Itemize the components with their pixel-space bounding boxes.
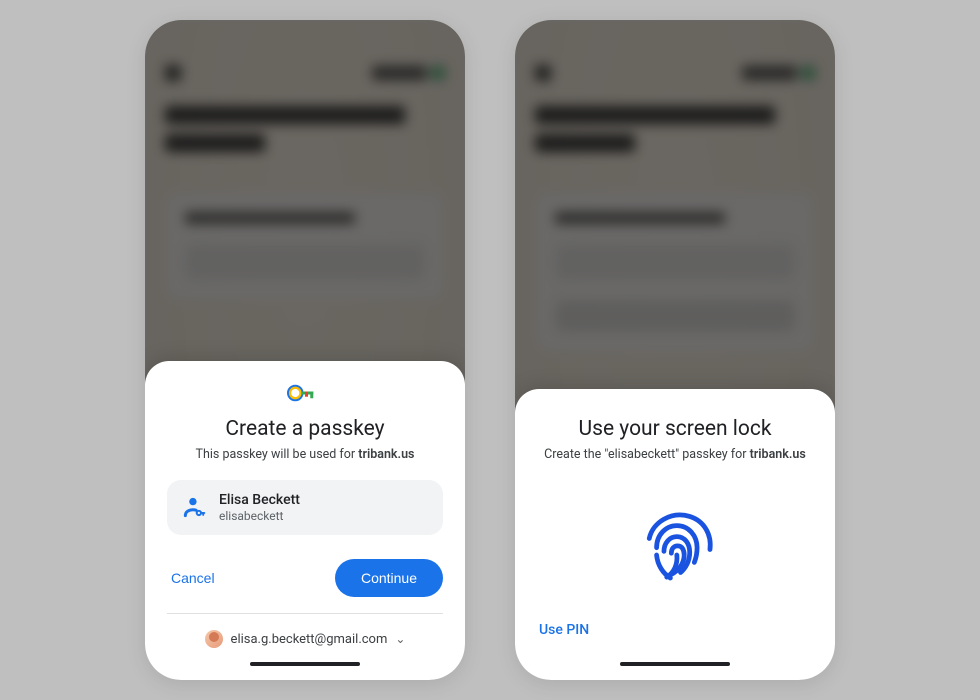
sheet-subtitle: Create the "elisabeckett" passkey for tr… (537, 447, 813, 462)
button-row: Cancel Continue (167, 559, 443, 597)
sheet-domain: tribank.us (358, 447, 414, 462)
home-indicator[interactable] (250, 662, 360, 666)
fingerprint-icon[interactable] (537, 480, 813, 616)
divider (167, 613, 443, 614)
bottom-sheet-create-passkey: Create a passkey This passkey will be us… (145, 361, 465, 680)
bottom-sheet-screen-lock: Use your screen lock Create the "elisabe… (515, 389, 835, 680)
chevron-down-icon: ⌄ (395, 632, 405, 646)
phone-left: Create a passkey This passkey will be us… (145, 20, 465, 680)
passkey-key-icon (167, 383, 443, 403)
sheet-domain: tribank.us (750, 447, 806, 462)
use-pin-button[interactable]: Use PIN (537, 616, 591, 656)
phone-right: Use your screen lock Create the "elisabe… (515, 20, 835, 680)
account-text: Elisa Beckett elisabeckett (219, 492, 300, 523)
sheet-title: Use your screen lock (537, 417, 813, 441)
continue-button[interactable]: Continue (335, 559, 443, 597)
home-indicator[interactable] (620, 662, 730, 666)
cancel-button[interactable]: Cancel (167, 562, 219, 594)
account-card[interactable]: Elisa Beckett elisabeckett (167, 480, 443, 535)
use-pin-row: Use PIN (537, 616, 813, 656)
account-email: elisa.g.beckett@gmail.com (231, 632, 388, 647)
account-switcher[interactable]: elisa.g.beckett@gmail.com ⌄ (167, 626, 443, 656)
person-key-icon (181, 494, 207, 520)
sheet-subtitle-prefix: Create the "elisabeckett" passkey for (544, 447, 749, 462)
account-display-name: Elisa Beckett (219, 492, 300, 509)
avatar (205, 630, 223, 648)
account-username: elisabeckett (219, 509, 300, 523)
sheet-subtitle-prefix: This passkey will be used for (196, 447, 359, 462)
sheet-title: Create a passkey (167, 417, 443, 441)
sheet-subtitle: This passkey will be used for tribank.us (167, 447, 443, 462)
